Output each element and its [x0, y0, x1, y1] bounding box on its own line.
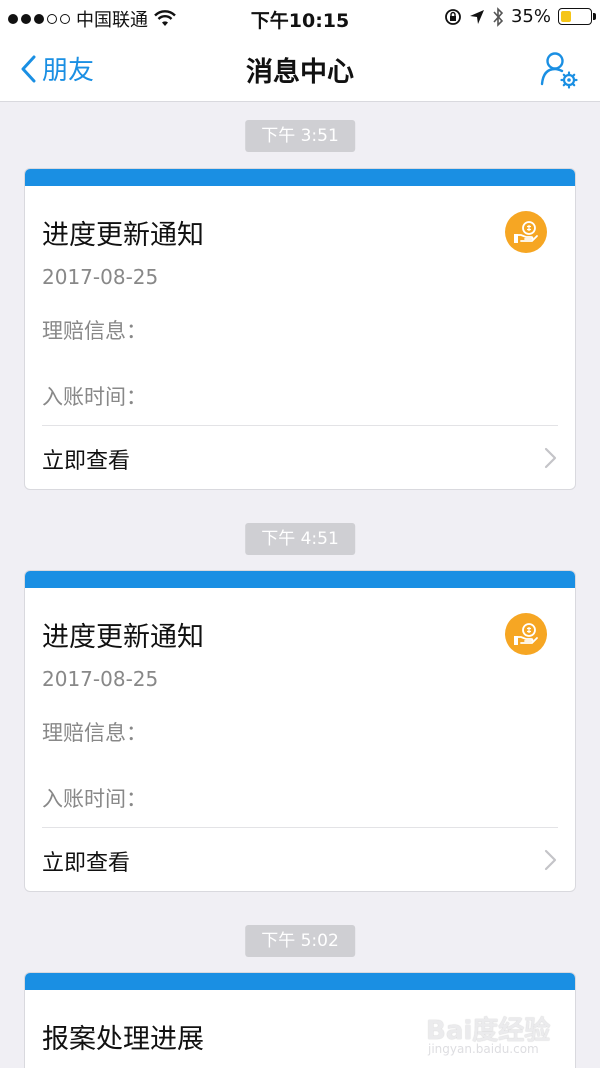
page-title: 消息中心 [246, 57, 354, 88]
hand-coin-icon [505, 211, 547, 253]
message-card: 进度更新通知 2017-08-25 理赔信息： 入账时间： 立即查看 [24, 168, 576, 490]
battery-percent: 35% [510, 6, 551, 27]
bluetooth-icon [493, 6, 504, 27]
message-timestamp: 下午 3:51 [245, 120, 355, 152]
user-settings-icon [540, 52, 578, 89]
rotation-lock-icon [445, 8, 461, 25]
message-card: 进度更新通知 2017-08-25 理赔信息： 入账时间： 立即查看 [24, 570, 576, 892]
card-title: 进度更新通知 [42, 622, 204, 653]
card-header-bar [25, 571, 575, 588]
chevron-right-icon [544, 447, 557, 469]
entry-time-label: 入账时间： [42, 385, 147, 409]
card-divider [42, 425, 558, 426]
status-right: 35% [444, 6, 596, 27]
message-center-screen: 中国联通 下午10:15 35% 朋友 消息中心 下午 3:51 进度更新通知 … [0, 0, 600, 1068]
hand-coin-icon [505, 613, 547, 655]
battery-icon [558, 8, 596, 25]
message-timestamp: 下午 4:51 [245, 523, 355, 555]
view-now-label: 立即查看 [42, 449, 131, 474]
card-title: 报案处理进展 [42, 1024, 204, 1055]
user-settings-button[interactable] [538, 48, 580, 90]
view-now-label: 立即查看 [42, 851, 131, 876]
entry-time-label: 入账时间： [42, 787, 147, 811]
view-now-button[interactable]: 立即查看 [25, 829, 575, 891]
battery-fill [561, 11, 571, 22]
message-timestamp: 下午 5:02 [245, 925, 355, 957]
location-arrow-icon [469, 9, 484, 24]
card-date: 2017-08-25 [42, 265, 159, 289]
baidu-jingyan-watermark: Bai度经验 jingyan.baidu.com [426, 1010, 576, 1058]
card-divider [42, 827, 558, 828]
card-date: 2017-08-25 [42, 667, 159, 691]
claim-info-label: 理赔信息： [42, 721, 147, 745]
claim-info-label: 理赔信息： [42, 319, 147, 343]
watermark-url: jingyan.baidu.com [428, 1042, 539, 1056]
card-title: 进度更新通知 [42, 220, 204, 251]
navigation-bar: 朋友 消息中心 [0, 36, 600, 102]
card-header-bar [25, 169, 575, 186]
view-now-button[interactable]: 立即查看 [25, 427, 575, 489]
card-header-bar [25, 973, 575, 990]
status-bar: 中国联通 下午10:15 35% [0, 0, 600, 36]
chevron-right-icon [544, 849, 557, 871]
